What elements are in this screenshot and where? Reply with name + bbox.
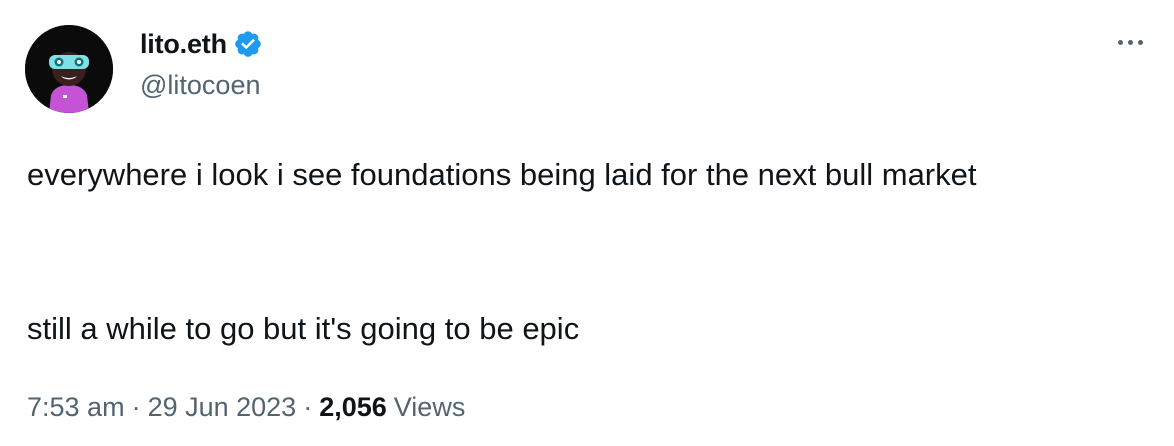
display-name[interactable]: lito.eth bbox=[140, 29, 227, 60]
tweet-date[interactable]: 29 Jun 2023 bbox=[148, 392, 297, 423]
author-handle[interactable]: @litocoen bbox=[140, 70, 260, 101]
meta-separator-2: · bbox=[303, 392, 313, 422]
verified-badge-icon bbox=[233, 29, 263, 59]
author-name-row[interactable]: lito.eth bbox=[140, 26, 263, 62]
avatar[interactable] bbox=[25, 25, 113, 113]
tweet-text-line2: still a while to go but it's going to be… bbox=[27, 311, 580, 346]
tweet-time[interactable]: 7:53 am bbox=[27, 392, 125, 423]
tweet-text: everywhere i look i see foundations bein… bbox=[27, 152, 1147, 198]
tweet-meta: 7:53 am · 29 Jun 2023 · 2,056 Views bbox=[27, 392, 465, 423]
tweet-card: lito.eth @litocoen everywhere i look i s… bbox=[0, 0, 1174, 446]
tweet-text-line1: everywhere i look i see foundations bein… bbox=[27, 157, 977, 192]
more-options-icon[interactable] bbox=[1110, 30, 1150, 54]
meta-separator: · bbox=[131, 392, 141, 422]
views-count[interactable]: 2,056 bbox=[319, 392, 387, 423]
views-label[interactable]: Views bbox=[394, 392, 466, 423]
